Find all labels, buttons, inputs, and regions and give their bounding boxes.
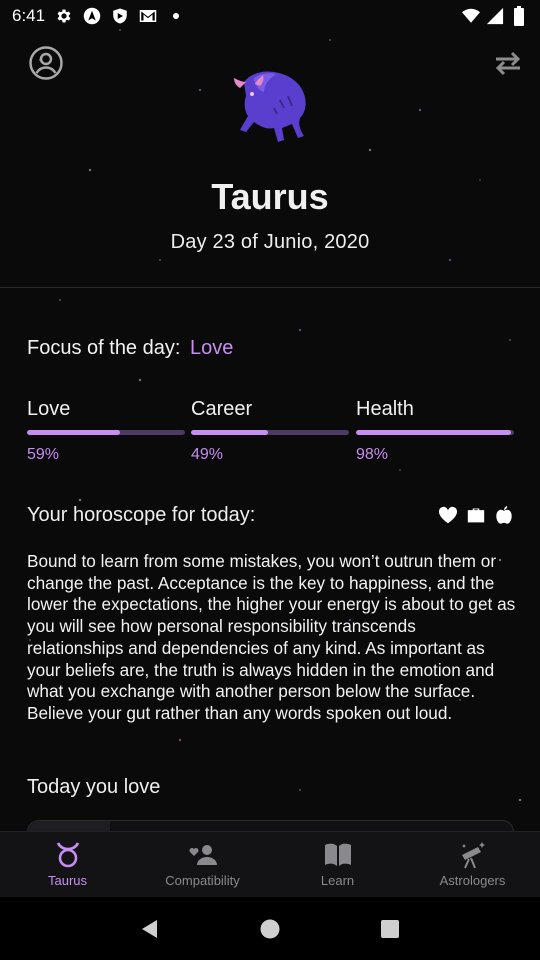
meter-track	[356, 430, 514, 435]
bull-illustration	[222, 60, 318, 144]
nav-astrologers[interactable]: Astrologers	[405, 832, 540, 897]
status-bar: 6:41	[0, 0, 540, 32]
briefcase-icon[interactable]	[466, 505, 486, 525]
meter-label: Health	[356, 398, 414, 420]
change-sign-button[interactable]	[488, 48, 528, 82]
meter-fill	[191, 430, 269, 435]
date-label: Day 23 of Junio, 2020	[170, 231, 370, 253]
navigation-app-icon	[83, 7, 101, 25]
horoscope-heading: Your horoscope for today:	[27, 504, 256, 526]
wifi-icon	[462, 7, 480, 25]
telescope-icon	[458, 841, 488, 869]
focus-value: Love	[189, 337, 234, 359]
back-icon[interactable]	[138, 917, 162, 941]
recents-icon[interactable]	[378, 917, 402, 941]
meter-career: Career 49%	[191, 398, 349, 464]
focus-label: Focus of the day:	[27, 337, 181, 359]
heart-icon[interactable]	[438, 505, 458, 525]
nav-taurus[interactable]: Taurus	[0, 832, 135, 897]
status-time: 6:41	[12, 6, 46, 25]
sign-title: Taurus	[211, 176, 329, 217]
meter-percent: 49%	[191, 446, 224, 463]
meter-label: Love	[27, 398, 71, 420]
book-icon	[323, 841, 353, 869]
nav-label: Learn	[320, 873, 355, 888]
focus-of-the-day: Focus of the day: Love	[27, 337, 233, 360]
profile-button[interactable]	[26, 45, 66, 85]
meter-percent: 59%	[27, 446, 60, 463]
people-icon	[188, 841, 218, 869]
horoscope-category-icons	[438, 505, 514, 525]
meter-percent: 98%	[356, 446, 389, 463]
shield-app-icon	[111, 7, 129, 25]
home-icon[interactable]	[258, 917, 282, 941]
nav-compatibility[interactable]: Compatibility	[135, 832, 270, 897]
header-divider	[0, 287, 540, 288]
notification-dot-icon	[167, 7, 185, 25]
gmail-icon	[139, 7, 157, 25]
today-you-love-heading: Today you love	[27, 776, 161, 798]
meter-label: Career	[191, 398, 253, 420]
meter-fill	[356, 430, 511, 435]
nav-label: Astrologers	[439, 873, 506, 888]
signal-icon	[486, 7, 504, 25]
nav-label: Taurus	[47, 873, 88, 888]
system-navigation-bar	[0, 897, 540, 960]
swap-arrows-icon	[492, 50, 524, 81]
taurus-symbol-icon	[53, 841, 83, 869]
meter-love: Love 59%	[27, 398, 185, 464]
meter-track	[191, 430, 349, 435]
meter-track	[27, 430, 185, 435]
nav-learn[interactable]: Learn	[270, 832, 405, 897]
apple-icon[interactable]	[494, 505, 514, 525]
bottom-navigation: Taurus Compatibility Learn Astrologers	[0, 831, 540, 897]
meter-health: Health 98%	[356, 398, 514, 464]
nav-label: Compatibility	[165, 873, 240, 888]
horoscope-text: Bound to learn from some mistakes, you w…	[27, 551, 516, 723]
meter-fill	[27, 430, 121, 435]
profile-icon	[28, 45, 64, 86]
settings-icon	[55, 7, 73, 25]
battery-icon	[510, 6, 528, 26]
